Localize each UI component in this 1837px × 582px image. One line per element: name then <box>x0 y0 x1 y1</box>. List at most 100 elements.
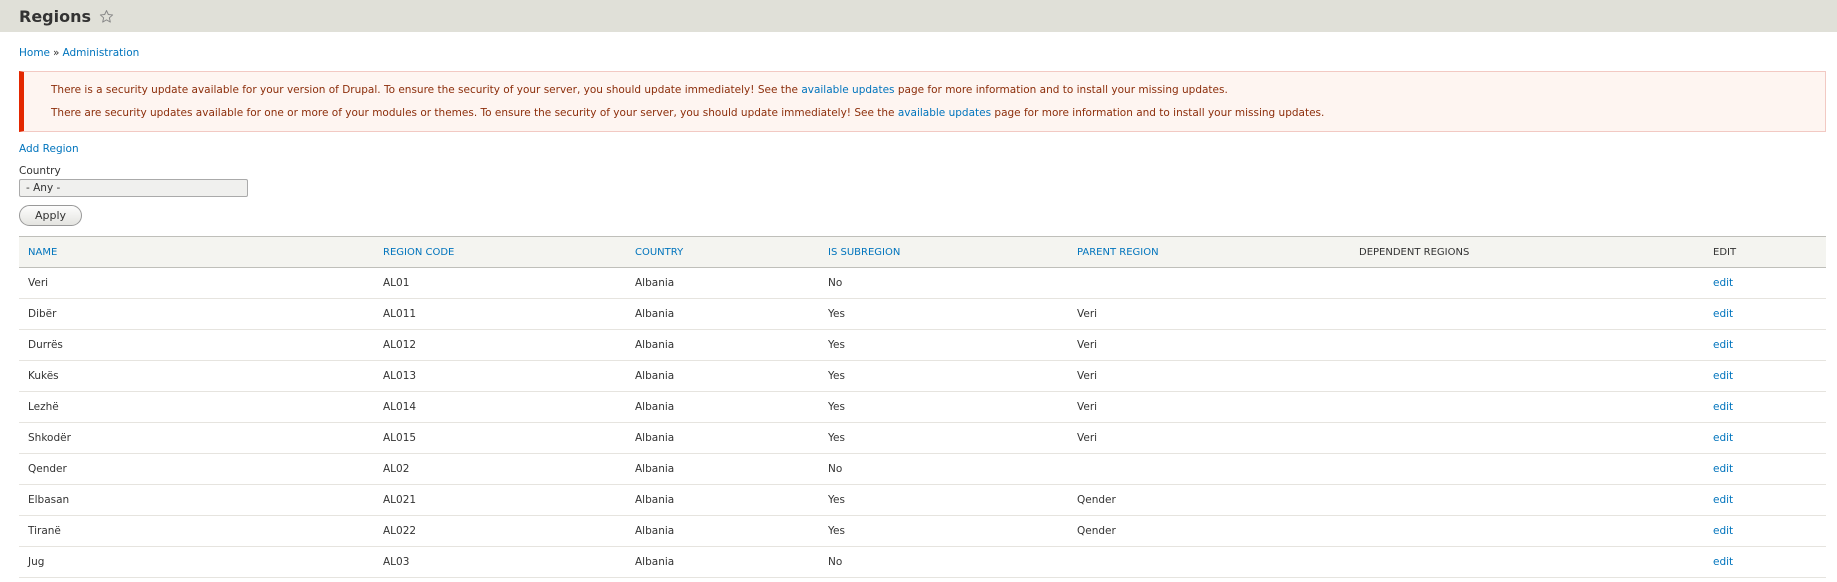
add-region-link[interactable]: Add Region <box>19 143 79 155</box>
sort-country-link[interactable]: COUNTRY <box>635 247 683 258</box>
cell-name: Shkodër <box>19 422 374 454</box>
cell-country: Albania <box>626 329 819 361</box>
breadcrumb-administration-link[interactable]: Administration <box>62 47 139 59</box>
table-row: Kukës AL013 Albania Yes Veri edit <box>19 360 1826 392</box>
table-row: Durrës AL012 Albania Yes Veri edit <box>19 329 1826 361</box>
cell-parent-region: Veri <box>1068 298 1350 330</box>
cell-region-code: AL011 <box>374 298 626 330</box>
cell-edit: edit <box>1704 360 1826 392</box>
column-header-country[interactable]: COUNTRY <box>626 236 819 268</box>
table-row: Veri AL01 Albania No edit <box>19 267 1826 299</box>
edit-link[interactable]: edit <box>1713 432 1733 444</box>
table-row: Lezhë AL014 Albania Yes Veri edit <box>19 391 1826 423</box>
edit-link[interactable]: edit <box>1713 494 1733 506</box>
cell-dependent-regions <box>1350 546 1704 578</box>
cell-name: Qender <box>19 453 374 485</box>
breadcrumb-separator: » <box>53 47 60 59</box>
table-header-row: NAME REGION CODE COUNTRY IS SUBREGION PA… <box>19 236 1826 268</box>
sort-parent-region-link[interactable]: PARENT REGION <box>1077 247 1159 258</box>
cell-dependent-regions <box>1350 329 1704 361</box>
country-select[interactable]: - Any - <box>19 179 248 197</box>
cell-edit: edit <box>1704 484 1826 516</box>
cell-country: Albania <box>626 422 819 454</box>
cell-name: Veri <box>19 267 374 299</box>
cell-edit: edit <box>1704 267 1826 299</box>
cell-parent-region <box>1068 546 1350 578</box>
cell-country: Albania <box>626 484 819 516</box>
column-header-name[interactable]: NAME <box>19 236 374 268</box>
cell-edit: edit <box>1704 298 1826 330</box>
column-header-edit: EDIT <box>1704 236 1826 268</box>
cell-dependent-regions <box>1350 298 1704 330</box>
edit-link[interactable]: edit <box>1713 308 1733 320</box>
table-row: Tiranë AL022 Albania Yes Qender edit <box>19 515 1826 547</box>
cell-region-code: AL02 <box>374 453 626 485</box>
cell-country: Albania <box>626 267 819 299</box>
security-message: There is a security update available for… <box>51 84 1228 96</box>
cell-is-subregion: Yes <box>819 391 1068 423</box>
sort-name-link[interactable]: NAME <box>28 247 57 258</box>
message-text: page for more information and to install… <box>894 84 1228 96</box>
cell-region-code: AL015 <box>374 422 626 454</box>
message-text: There is a security update available for… <box>51 84 802 96</box>
cell-name: Tiranë <box>19 515 374 547</box>
edit-link[interactable]: edit <box>1713 277 1733 289</box>
cell-is-subregion: Yes <box>819 515 1068 547</box>
page-header: Regions <box>0 0 1837 32</box>
edit-link[interactable]: edit <box>1713 401 1733 413</box>
cell-country: Albania <box>626 546 819 578</box>
cell-name: Dibër <box>19 298 374 330</box>
cell-dependent-regions <box>1350 391 1704 423</box>
cell-name: Durrës <box>19 329 374 361</box>
cell-dependent-regions <box>1350 267 1704 299</box>
cell-edit: edit <box>1704 391 1826 423</box>
sort-region-code-link[interactable]: REGION CODE <box>383 247 454 258</box>
cell-is-subregion: No <box>819 453 1068 485</box>
available-updates-link[interactable]: available updates <box>898 107 991 119</box>
cell-is-subregion: Yes <box>819 484 1068 516</box>
table-row: Shkodër AL015 Albania Yes Veri edit <box>19 422 1826 454</box>
breadcrumb-home-link[interactable]: Home <box>19 47 50 59</box>
cell-dependent-regions <box>1350 360 1704 392</box>
cell-country: Albania <box>626 298 819 330</box>
cell-region-code: AL013 <box>374 360 626 392</box>
star-icon[interactable] <box>99 9 114 24</box>
column-header-parent-region[interactable]: PARENT REGION <box>1068 236 1350 268</box>
table-row: Qender AL02 Albania No edit <box>19 453 1826 485</box>
message-text: page for more information and to install… <box>991 107 1325 119</box>
cell-parent-region: Veri <box>1068 422 1350 454</box>
cell-parent-region <box>1068 453 1350 485</box>
column-header-dependent-regions: DEPENDENT REGIONS <box>1350 236 1704 268</box>
cell-is-subregion: Yes <box>819 298 1068 330</box>
cell-name: Elbasan <box>19 484 374 516</box>
table-row: Jug AL03 Albania No edit <box>19 546 1826 578</box>
sort-is-subregion-link[interactable]: IS SUBREGION <box>828 247 900 258</box>
edit-link[interactable]: edit <box>1713 339 1733 351</box>
cell-dependent-regions <box>1350 453 1704 485</box>
edit-link[interactable]: edit <box>1713 556 1733 568</box>
cell-edit: edit <box>1704 515 1826 547</box>
security-message: There are security updates available for… <box>51 107 1324 119</box>
regions-table: NAME REGION CODE COUNTRY IS SUBREGION PA… <box>19 236 1826 578</box>
cell-region-code: AL021 <box>374 484 626 516</box>
apply-button[interactable]: Apply <box>19 205 82 226</box>
message-text: There are security updates available for… <box>51 107 898 119</box>
cell-is-subregion: Yes <box>819 422 1068 454</box>
cell-region-code: AL03 <box>374 546 626 578</box>
column-header-region-code[interactable]: REGION CODE <box>374 236 626 268</box>
edit-link[interactable]: edit <box>1713 525 1733 537</box>
breadcrumb: Home» Administration <box>19 47 139 59</box>
column-header-is-subregion[interactable]: IS SUBREGION <box>819 236 1068 268</box>
available-updates-link[interactable]: available updates <box>801 84 894 96</box>
cell-parent-region: Qender <box>1068 515 1350 547</box>
cell-parent-region: Veri <box>1068 360 1350 392</box>
cell-region-code: AL012 <box>374 329 626 361</box>
cell-country: Albania <box>626 391 819 423</box>
page-title: Regions <box>19 6 92 26</box>
cell-name: Kukës <box>19 360 374 392</box>
edit-link[interactable]: edit <box>1713 463 1733 475</box>
security-update-messages: There is a security update available for… <box>19 71 1826 132</box>
edit-link[interactable]: edit <box>1713 370 1733 382</box>
cell-edit: edit <box>1704 546 1826 578</box>
cell-region-code: AL01 <box>374 267 626 299</box>
